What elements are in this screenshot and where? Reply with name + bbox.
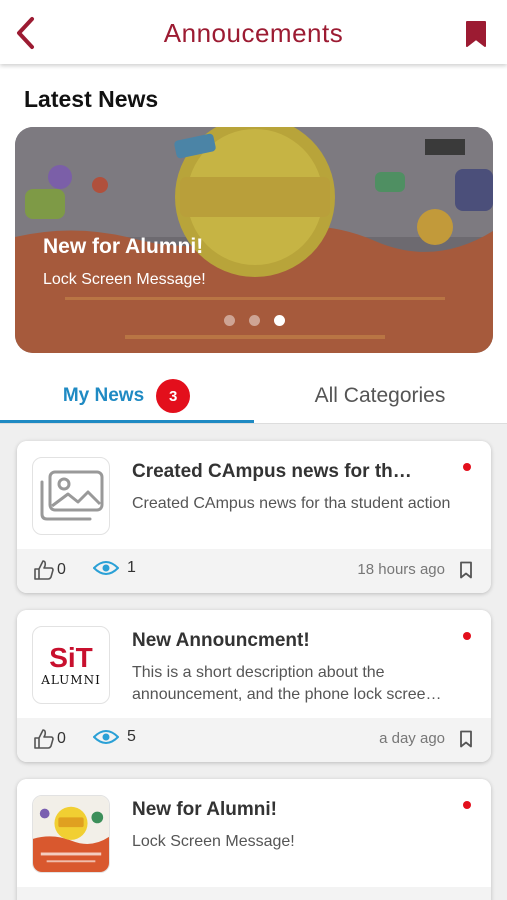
news-card[interactable]: SiT ALUMNI New Announcment! This is a sh… bbox=[17, 610, 491, 762]
unread-dot bbox=[463, 801, 471, 809]
view-count-value: 1 bbox=[127, 559, 136, 576]
view-count: 1 bbox=[93, 559, 136, 577]
eye-icon bbox=[93, 561, 119, 575]
news-card-footer bbox=[17, 887, 491, 900]
news-card-body[interactable]: SiT ALUMNI New Announcment! This is a sh… bbox=[17, 610, 491, 718]
bookmark-icon[interactable] bbox=[459, 730, 473, 748]
news-card[interactable]: Created CAmpus news for th… Created CAmp… bbox=[17, 441, 491, 593]
carousel-dot[interactable] bbox=[223, 315, 235, 326]
bookmark-icon[interactable] bbox=[459, 561, 473, 579]
news-title: Created CAmpus news for th… bbox=[132, 461, 412, 482]
like-button[interactable]: 0 bbox=[33, 728, 66, 750]
news-timestamp: 18 hours ago bbox=[357, 561, 445, 578]
news-description: Lock Screen Message! bbox=[132, 833, 295, 850]
news-timestamp: a day ago bbox=[379, 730, 445, 747]
tab-my-news[interactable]: My News 3 bbox=[0, 368, 253, 424]
top-bar: Annoucements bbox=[0, 0, 507, 64]
view-count-value: 5 bbox=[127, 728, 136, 745]
like-count: 0 bbox=[57, 730, 66, 747]
news-description: Created CAmpus news for tha student acti… bbox=[132, 495, 451, 512]
news-card-footer: 0 1 18 hours ago bbox=[17, 549, 491, 593]
news-feed[interactable]: Created CAmpus news for th… Created CAmp… bbox=[0, 424, 507, 900]
news-card-footer: 0 5 a day ago bbox=[17, 718, 491, 762]
eye-icon bbox=[93, 730, 119, 744]
sit-alumni-logo: SiT ALUMNI bbox=[41, 642, 101, 687]
like-button[interactable]: 0 bbox=[33, 559, 66, 581]
latest-news-banner[interactable]: New for Alumni! Lock Screen Message! bbox=[15, 127, 493, 353]
tab-all-categories-label: All Categories bbox=[314, 384, 446, 407]
carousel-dots bbox=[15, 315, 493, 326]
carousel-dot-active[interactable] bbox=[273, 315, 285, 326]
bookmark-filled-icon[interactable] bbox=[465, 20, 487, 48]
news-card-body[interactable]: Created CAmpus news for th… Created CAmp… bbox=[17, 441, 491, 549]
news-title: New Announcment! bbox=[132, 630, 310, 651]
news-tabs: My News 3 All Categories bbox=[0, 368, 507, 424]
view-count: 5 bbox=[93, 728, 136, 746]
thumbs-up-icon bbox=[34, 729, 54, 749]
news-thumbnail: SiT ALUMNI bbox=[32, 626, 110, 704]
sticker-patch-poster-thumbnail bbox=[33, 796, 109, 872]
section-title-latest-news: Latest News bbox=[24, 86, 159, 112]
news-card[interactable]: New for Alumni! Lock Screen Message! bbox=[17, 779, 491, 900]
news-description: This is a short description about the an… bbox=[132, 664, 442, 703]
banner-headline: New for Alumni! bbox=[43, 235, 204, 258]
logo-text-sit: SiT bbox=[49, 642, 93, 673]
banner-subtitle: Lock Screen Message! bbox=[43, 271, 206, 288]
news-card-body[interactable]: New for Alumni! Lock Screen Message! bbox=[17, 779, 491, 887]
tab-all-categories[interactable]: All Categories bbox=[253, 368, 507, 424]
carousel-dot[interactable] bbox=[248, 315, 260, 326]
like-count: 0 bbox=[57, 561, 66, 578]
unread-dot bbox=[463, 632, 471, 640]
thumbs-up-icon bbox=[34, 560, 54, 580]
unread-dot bbox=[463, 463, 471, 471]
unread-count-badge: 3 bbox=[156, 379, 191, 413]
tab-my-news-label: My News bbox=[62, 385, 145, 406]
news-title: New for Alumni! bbox=[132, 799, 277, 820]
news-thumbnail bbox=[32, 457, 110, 535]
logo-text-alumni: ALUMNI bbox=[41, 673, 101, 687]
news-thumbnail bbox=[32, 795, 110, 873]
page-title: Annoucements bbox=[163, 18, 344, 48]
image-placeholder-icon bbox=[40, 470, 104, 521]
